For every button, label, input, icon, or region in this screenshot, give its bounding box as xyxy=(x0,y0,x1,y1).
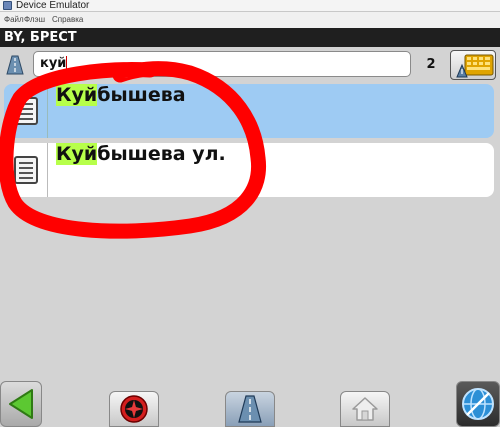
route-button[interactable] xyxy=(225,391,275,427)
result-label: Куйбышева ул. xyxy=(56,143,226,197)
list-document-icon xyxy=(13,97,38,125)
emulator-app-icon xyxy=(3,1,12,10)
result-item[interactable]: Куйбышева ул. xyxy=(4,143,494,197)
navigation-app: BY, БРЕСТ куй 2 Куйбышева Куйбышева ул. xyxy=(0,28,500,427)
globe-icon xyxy=(462,388,494,420)
window-titlebar: Device Emulator xyxy=(0,0,500,12)
home-button[interactable] xyxy=(340,391,390,427)
row-icon-cell xyxy=(4,84,48,138)
search-text: куй xyxy=(40,56,67,71)
road-icon xyxy=(6,55,24,75)
result-label: Куйбышева xyxy=(56,84,186,138)
list-document-icon xyxy=(13,156,38,184)
menu-item-file[interactable]: Файл xyxy=(4,12,24,28)
road-icon xyxy=(238,395,262,423)
back-arrow-icon xyxy=(9,389,33,419)
result-text: бышева ул. xyxy=(97,143,226,165)
match-highlight: Куй xyxy=(56,84,98,106)
result-item-selected[interactable]: Куйбышева xyxy=(4,84,494,138)
menu-bar: Файл Флэш Справка xyxy=(0,12,500,28)
bottom-toolbar xyxy=(0,380,500,427)
row-icon-cell xyxy=(4,143,48,197)
result-text: бышева xyxy=(97,84,186,106)
result-count: 2 xyxy=(426,57,436,72)
compass-button[interactable] xyxy=(109,391,159,427)
compass-icon xyxy=(120,395,148,423)
home-icon xyxy=(352,397,378,421)
back-button[interactable] xyxy=(0,381,42,427)
match-highlight: Куй xyxy=(56,143,98,165)
map-button[interactable] xyxy=(456,381,500,427)
window-title: Device Emulator xyxy=(16,0,90,11)
keyboard-icon xyxy=(456,54,494,78)
text-caret xyxy=(66,56,68,71)
menu-item-help[interactable]: Справка xyxy=(52,12,83,28)
menu-item-flash[interactable]: Флэш xyxy=(24,12,45,28)
search-row: куй 2 xyxy=(0,47,500,83)
region-header: BY, БРЕСТ xyxy=(0,28,500,47)
keyboard-button[interactable] xyxy=(450,50,496,80)
search-input[interactable]: куй xyxy=(33,51,411,77)
